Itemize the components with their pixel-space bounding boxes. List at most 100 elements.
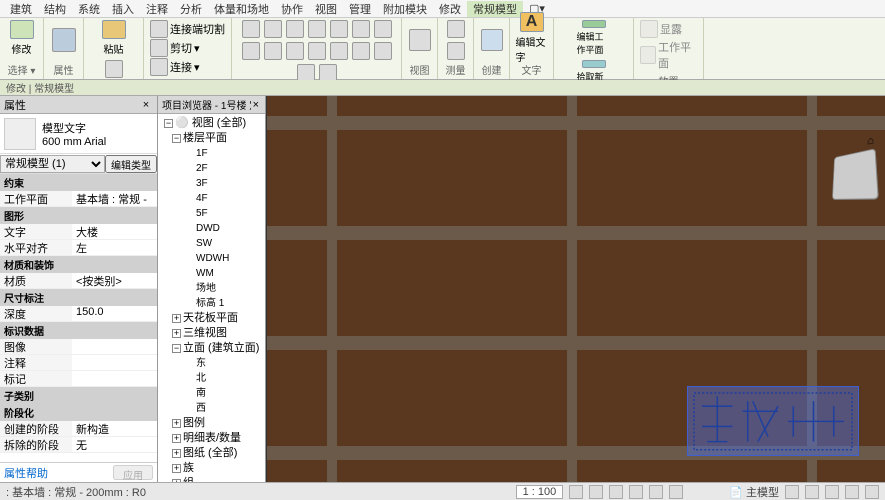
tree-leaf[interactable]: 2F	[160, 161, 263, 176]
close-icon[interactable]: ×	[251, 98, 261, 112]
join-icon[interactable]	[150, 58, 168, 76]
prop-row[interactable]: 创建的阶段新构造	[0, 421, 157, 437]
prop-value[interactable]	[72, 339, 157, 354]
sb-icon[interactable]	[825, 485, 839, 499]
prop-value[interactable]: 新构造	[72, 421, 157, 436]
sb-icon[interactable]	[865, 485, 879, 499]
align-icon[interactable]	[242, 20, 260, 38]
tree-node[interactable]: +图纸 (全部)	[160, 446, 263, 461]
tree-node[interactable]: +明细表/数量	[160, 431, 263, 446]
measure2-icon[interactable]	[447, 42, 465, 60]
menu-常规模型[interactable]: 常规模型	[467, 1, 523, 17]
prop-row[interactable]: 材质<按类别>	[0, 273, 157, 289]
sb-icon[interactable]	[569, 485, 583, 499]
prop-value[interactable]: 150.0	[72, 306, 157, 321]
sb-icon[interactable]	[805, 485, 819, 499]
3d-viewport[interactable]: ⌂	[266, 96, 885, 482]
prop-value[interactable]: 左	[72, 240, 157, 255]
menu-附加模块[interactable]: 附加模块	[377, 1, 433, 17]
sb-icon[interactable]	[785, 485, 799, 499]
menu-协作[interactable]: 协作	[275, 1, 309, 17]
prop-row[interactable]: 标记	[0, 371, 157, 387]
expander-icon[interactable]: −	[172, 134, 181, 143]
cut-icon[interactable]	[105, 60, 123, 78]
tree-leaf[interactable]: 3F	[160, 176, 263, 191]
tree-node[interactable]: −楼层平面	[160, 131, 263, 146]
cope-icon[interactable]	[150, 20, 168, 38]
prop-row[interactable]: 注释	[0, 355, 157, 371]
scale-selector[interactable]: 1 : 100	[516, 485, 564, 499]
sb-icon[interactable]	[629, 485, 643, 499]
prop-value[interactable]: 基本墙 : 常规 - 200mm	[72, 191, 157, 206]
edit-workplane-button[interactable]: 编辑工作平面	[577, 20, 611, 56]
view-icon[interactable]	[409, 29, 431, 51]
sb-icon[interactable]	[609, 485, 623, 499]
sb-icon[interactable]	[669, 485, 683, 499]
tree-leaf[interactable]: 东	[160, 356, 263, 371]
tree-root[interactable]: −⚪ 视图 (全部)	[160, 116, 263, 131]
tree-node[interactable]: +族	[160, 461, 263, 476]
prop-category[interactable]: 约束	[0, 174, 157, 191]
group-icon[interactable]	[374, 42, 392, 60]
properties-icon[interactable]	[52, 28, 76, 52]
prop-value[interactable]: 无	[72, 437, 157, 452]
menu-视图[interactable]: 视图	[309, 1, 343, 17]
home-icon[interactable]: ⌂	[867, 133, 875, 147]
copy2-icon[interactable]	[308, 20, 326, 38]
menu-体量和场地[interactable]: 体量和场地	[208, 1, 275, 17]
tree-leaf[interactable]: SW	[160, 236, 263, 251]
tree-leaf[interactable]: DWD	[160, 221, 263, 236]
expander-icon[interactable]: +	[172, 329, 181, 338]
tree-leaf[interactable]: 场地	[160, 281, 263, 296]
menu-修改[interactable]: 修改	[433, 1, 467, 17]
prop-category[interactable]: 子类别	[0, 387, 157, 404]
tree-leaf[interactable]: WM	[160, 266, 263, 281]
edit-type-button[interactable]: 编辑类型	[105, 155, 157, 173]
create-icon[interactable]	[481, 29, 503, 51]
close-icon[interactable]: ×	[139, 98, 153, 112]
move-icon[interactable]	[264, 20, 282, 38]
view-cube[interactable]: ⌂	[832, 148, 879, 200]
expander-icon[interactable]: +	[172, 419, 181, 428]
tree-node[interactable]: +天花板平面	[160, 311, 263, 326]
expander-icon[interactable]: +	[172, 464, 181, 473]
prop-row[interactable]: 工作平面基本墙 : 常规 - 200mm	[0, 191, 157, 207]
menu-建筑[interactable]: 建筑	[4, 1, 38, 17]
tree-node[interactable]: +三维视图	[160, 326, 263, 341]
prop-category[interactable]: 尺寸标注	[0, 289, 157, 306]
type-selector[interactable]: 常规模型 (1)	[0, 155, 105, 173]
prop-value[interactable]: 大楼	[72, 224, 157, 239]
tree-leaf[interactable]: 4F	[160, 191, 263, 206]
menu-管理[interactable]: 管理	[343, 1, 377, 17]
rotate-icon[interactable]	[352, 20, 370, 38]
apply-button[interactable]: 应用	[113, 465, 153, 480]
tree-leaf[interactable]: 5F	[160, 206, 263, 221]
tree-leaf[interactable]: 南	[160, 386, 263, 401]
prop-category[interactable]: 材质和装饰	[0, 256, 157, 273]
unpin-icon[interactable]	[330, 42, 348, 60]
selected-model-text[interactable]	[687, 386, 859, 456]
prop-value[interactable]	[72, 371, 157, 386]
split-icon[interactable]	[242, 42, 260, 60]
expander-icon[interactable]: +	[172, 449, 181, 458]
prop-value[interactable]	[72, 355, 157, 370]
delete-icon[interactable]	[352, 42, 370, 60]
tree-node[interactable]: +图例	[160, 416, 263, 431]
prop-category[interactable]: 图形	[0, 207, 157, 224]
offset-icon[interactable]	[286, 20, 304, 38]
tree-leaf[interactable]: 标高 1	[160, 296, 263, 311]
sb-icon[interactable]	[845, 485, 859, 499]
prop-row[interactable]: 水平对齐左	[0, 240, 157, 256]
properties-help-link[interactable]: 属性帮助	[4, 465, 48, 480]
menu-分析[interactable]: 分析	[174, 1, 208, 17]
modify-button[interactable]: 修改	[6, 20, 38, 56]
prop-row[interactable]: 图像	[0, 339, 157, 355]
menu-系统[interactable]: 系统	[72, 1, 106, 17]
mirror-icon[interactable]	[330, 20, 348, 38]
tree-leaf[interactable]: WDWH	[160, 251, 263, 266]
menu-结构[interactable]: 结构	[38, 1, 72, 17]
prop-value[interactable]: <按类别>	[72, 273, 157, 288]
scale-icon[interactable]	[286, 42, 304, 60]
prop-category[interactable]: 阶段化	[0, 404, 157, 421]
prop-row[interactable]: 拆除的阶段无	[0, 437, 157, 453]
